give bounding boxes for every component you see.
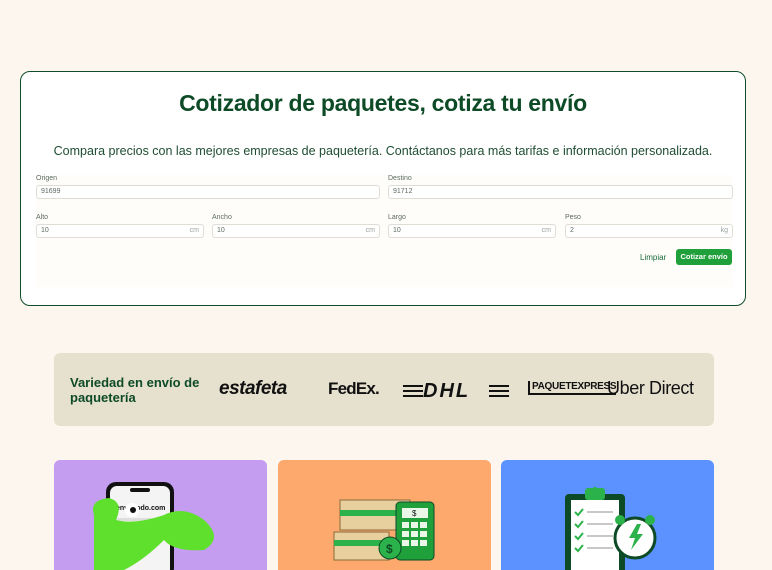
- carriers-band: Variedad en envío de paquetería estafeta…: [54, 353, 714, 426]
- length-label: Largo: [388, 214, 406, 221]
- quote-button[interactable]: Cotizar envío: [676, 249, 732, 265]
- height-value: 10: [41, 227, 49, 234]
- packages-calculator-illustration: $ $: [333, 499, 435, 561]
- paquetexpress-logo: PAQUETEXPRESS: [528, 381, 617, 395]
- dhl-logo: DHL: [403, 379, 509, 407]
- weight-input[interactable]: 2 kg: [565, 224, 733, 238]
- width-label: Ancho: [212, 214, 232, 221]
- height-unit: cm: [189, 227, 199, 234]
- carriers-title: Variedad en envío de paquetería: [70, 375, 200, 405]
- quote-subtitle: Compara precios con las mejores empresas…: [53, 144, 713, 158]
- length-unit: cm: [541, 227, 551, 234]
- origin-input[interactable]: 91699: [36, 185, 380, 199]
- destination-value: 91712: [393, 188, 413, 195]
- destination-label: Destino: [388, 175, 412, 182]
- phone-brand-text: enviatodo.com: [116, 505, 165, 512]
- feature-tile-checklist: [501, 460, 714, 570]
- length-value: 10: [393, 227, 401, 234]
- weight-unit: kg: [720, 227, 728, 234]
- weight-value: 2: [570, 227, 574, 234]
- feature-tile-phone: enviatodo.com: [54, 460, 267, 570]
- width-unit: cm: [365, 227, 375, 234]
- fedex-logo: FedEx.: [328, 379, 380, 398]
- quote-form: Origen 91699 Destino 91712 Alto 10 cm Anc…: [36, 175, 733, 287]
- height-label: Alto: [36, 214, 49, 221]
- weight-field: Peso 2 kg: [565, 214, 733, 238]
- clipboard-clock-illustration: [565, 487, 657, 570]
- quote-card: Cotizador de paquetes, cotiza tu envío C…: [20, 71, 746, 306]
- origin-field: Origen 91699: [36, 175, 380, 199]
- weight-label: Peso: [565, 214, 581, 221]
- phone-mascot-illustration: enviatodo.com: [93, 482, 214, 570]
- svg-text:$: $: [386, 542, 393, 556]
- length-field: Largo 10 cm: [388, 214, 556, 238]
- origin-value: 91699: [41, 188, 61, 195]
- destination-input[interactable]: 91712: [388, 185, 733, 199]
- clear-button[interactable]: Limpiar: [640, 253, 666, 262]
- quote-title: Cotizador de paquetes, cotiza tu envío: [179, 90, 587, 116]
- destination-field: Destino 91712: [388, 175, 733, 199]
- width-field: Ancho 10 cm: [212, 214, 380, 238]
- height-field: Alto 10 cm: [36, 214, 204, 238]
- uber-direct-logo: Uber Direct: [607, 378, 694, 398]
- width-input[interactable]: 10 cm: [212, 224, 380, 238]
- width-value: 10: [217, 227, 225, 234]
- height-input[interactable]: 10 cm: [36, 224, 204, 238]
- origin-label: Origen: [36, 175, 58, 182]
- dhl-logo-mark: DHL: [403, 380, 509, 402]
- dhl-logo-text: DHL: [423, 380, 470, 401]
- feature-tile-packages: $ $: [278, 460, 491, 570]
- estafeta-logo: estafeta: [219, 378, 287, 399]
- length-input[interactable]: 10 cm: [388, 224, 556, 238]
- svg-text:$: $: [412, 509, 417, 518]
